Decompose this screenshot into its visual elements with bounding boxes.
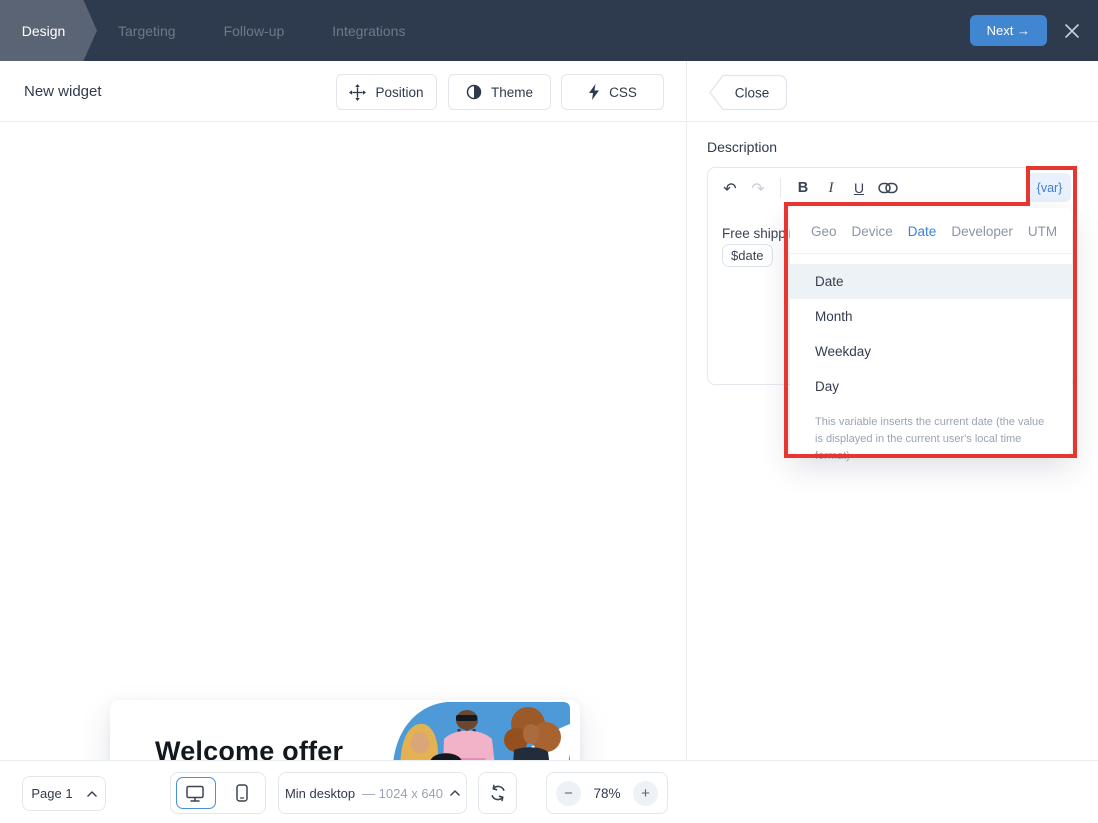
var-item-day[interactable]: Day: [790, 369, 1072, 404]
lightning-icon: [589, 84, 600, 100]
zoom-control: − 78% +: [546, 772, 668, 814]
page-title: New widget: [24, 82, 102, 100]
bottom-toolbar: Page 1 Min desktop — 1024 x 640 − 78% +: [0, 760, 1098, 823]
var-tab-geo[interactable]: Geo: [811, 224, 837, 253]
var-tab-utm[interactable]: UTM: [1028, 224, 1057, 253]
editor-toolbar: ↶ ↷ B I U {var}: [708, 168, 1074, 208]
close-x-icon: [1065, 23, 1079, 38]
date-variable-chip[interactable]: $date: [722, 244, 773, 267]
underline-button[interactable]: U: [845, 180, 873, 196]
theme-button[interactable]: Theme: [448, 74, 551, 110]
link-button[interactable]: [873, 182, 903, 194]
css-button-label: CSS: [609, 84, 637, 100]
variable-helper-text: This variable inserts the current date (…: [815, 416, 1045, 463]
zoom-out-button[interactable]: −: [556, 780, 581, 806]
close-editor-icon[interactable]: [1063, 22, 1081, 40]
close-panel-button[interactable]: Close: [707, 74, 788, 111]
bold-button[interactable]: B: [789, 180, 817, 196]
tab-integrations[interactable]: Integrations: [332, 23, 405, 39]
redo-icon[interactable]: ↷: [744, 179, 772, 198]
toolbar-divider: [780, 178, 781, 198]
theme-button-label: Theme: [490, 84, 534, 100]
var-tab-device[interactable]: Device: [852, 224, 893, 253]
position-button-label: Position: [375, 84, 424, 100]
position-button[interactable]: Position: [336, 74, 437, 110]
var-item-month[interactable]: Month: [790, 299, 1072, 334]
undo-icon[interactable]: ↶: [716, 179, 744, 198]
page-selector[interactable]: Page 1: [22, 776, 106, 811]
chevron-up-icon: [450, 790, 460, 796]
var-tab-developer[interactable]: Developer: [951, 224, 1013, 253]
var-item-weekday[interactable]: Weekday: [790, 334, 1072, 369]
widget-editor-app: Design Targeting Follow-up Integrations …: [0, 0, 1098, 823]
settings-panel: Description ↶ ↷ B I U {var} Free shippin…: [687, 122, 1098, 760]
viewport-selector[interactable]: Min desktop — 1024 x 640: [278, 772, 467, 814]
link-icon: [878, 182, 898, 194]
variable-dropdown: Geo Device Date Developer UTM Date Month…: [790, 208, 1072, 462]
viewport-name: Min desktop: [284, 785, 356, 801]
italic-button[interactable]: I: [817, 180, 845, 197]
device-toggle-group: [170, 772, 266, 814]
zoom-in-button[interactable]: +: [633, 780, 658, 806]
mobile-icon: [235, 784, 248, 802]
tab-design-label: Design: [21, 22, 66, 39]
move-icon: [349, 83, 367, 101]
zoom-level: 78%: [593, 785, 621, 801]
var-item-date[interactable]: Date: [790, 264, 1072, 299]
desktop-icon: [185, 785, 204, 802]
variable-dropdown-tabs: Geo Device Date Developer UTM: [790, 208, 1072, 254]
tab-follow-up[interactable]: Follow-up: [224, 23, 285, 39]
desktop-view-button[interactable]: [171, 773, 218, 813]
chevron-up-icon: [86, 790, 97, 797]
rotate-viewport-button[interactable]: [478, 772, 517, 814]
tab-targeting[interactable]: Targeting: [118, 23, 176, 39]
close-panel-label: Close: [735, 86, 770, 101]
design-canvas[interactable]: Welcome offer Free shipping on your firs…: [0, 122, 686, 823]
top-navigation-bar: Design Targeting Follow-up Integrations …: [0, 0, 1098, 61]
description-label: Description: [707, 139, 778, 155]
var-tab-date[interactable]: Date: [908, 224, 937, 253]
page-selector-label: Page 1: [31, 786, 73, 801]
contrast-icon: [466, 84, 482, 100]
panel-header: Close: [687, 61, 1098, 122]
rotate-icon: [490, 784, 505, 802]
variable-list: Date Month Weekday Day: [790, 254, 1072, 404]
next-button[interactable]: Next →: [969, 15, 1047, 46]
viewport-size: — 1024 x 640: [362, 785, 444, 801]
css-button[interactable]: CSS: [561, 74, 664, 110]
variable-button[interactable]: {var}: [1028, 173, 1071, 202]
tab-design[interactable]: Design: [0, 0, 97, 61]
mobile-view-button[interactable]: [218, 773, 265, 813]
